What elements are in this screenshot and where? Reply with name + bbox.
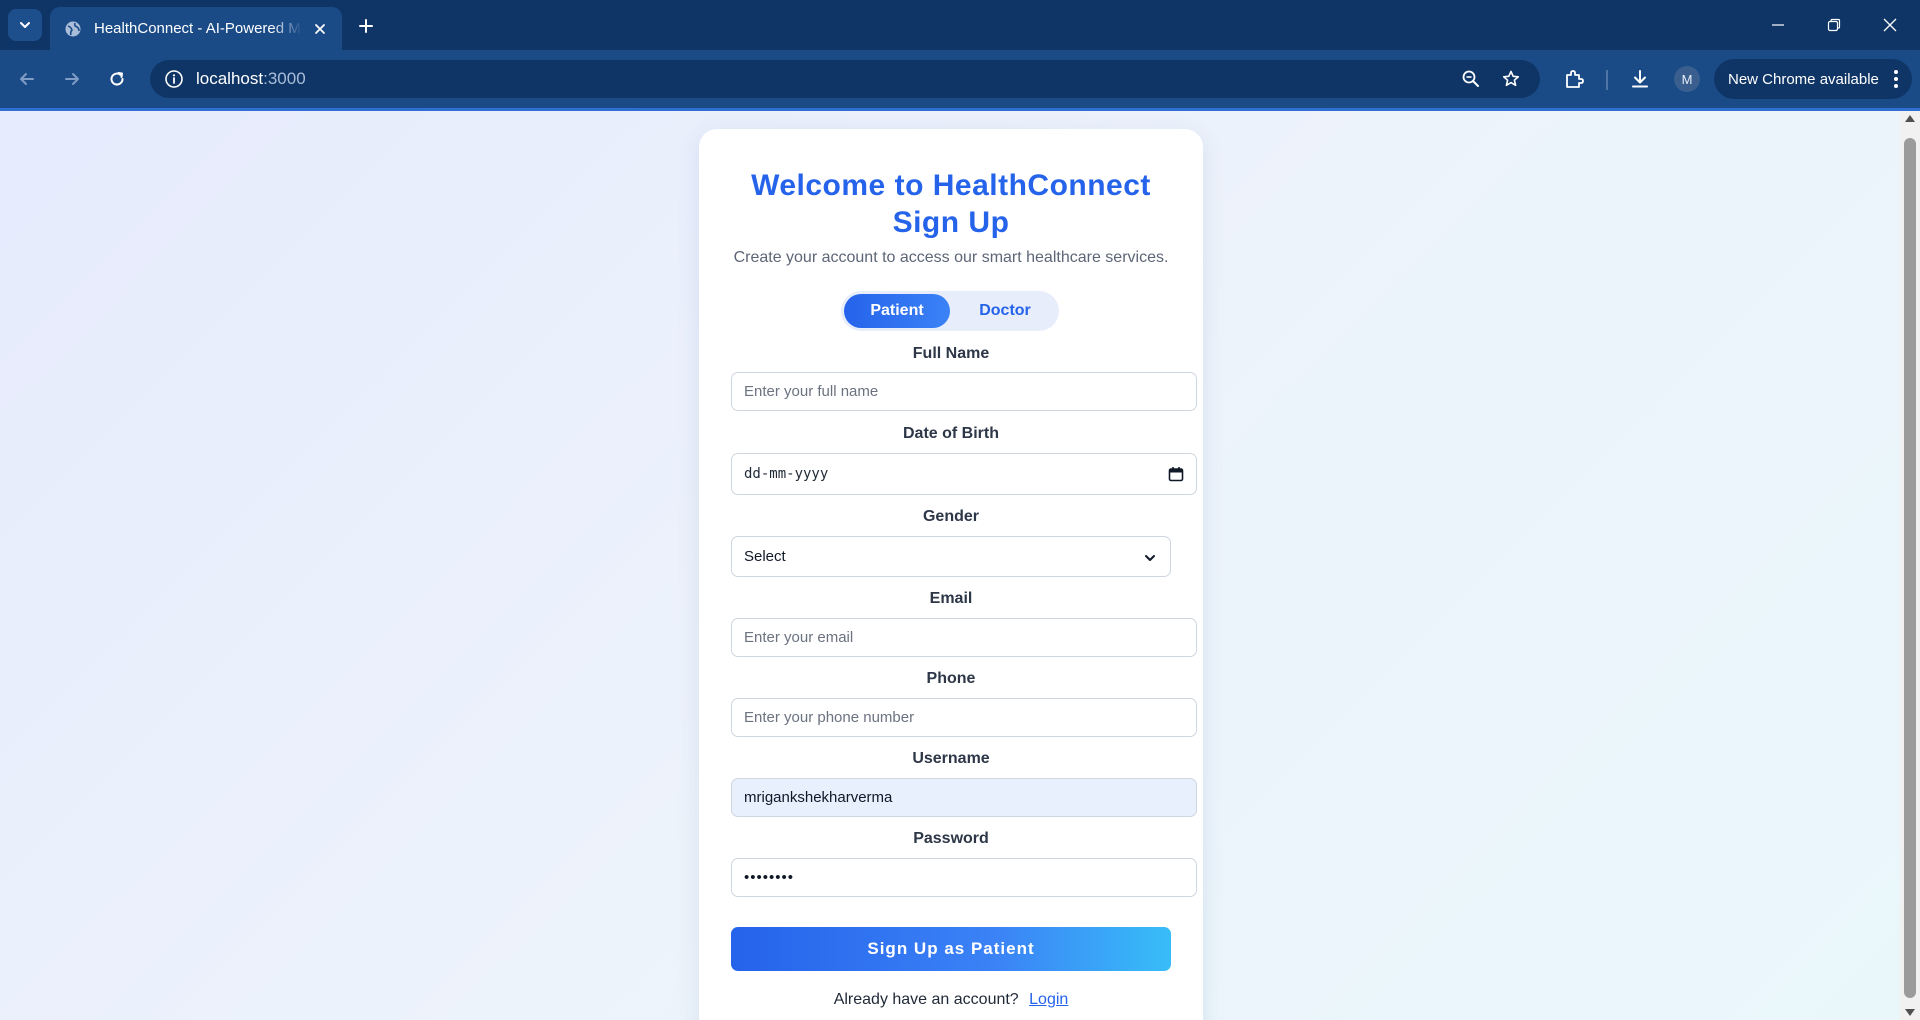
more-options-icon [1894, 70, 1898, 88]
page-scrollbar[interactable] [1900, 111, 1920, 1020]
url-text[interactable]: localhost:3000 [196, 60, 306, 98]
toolbar-divider [1606, 70, 1608, 90]
signup-submit-button[interactable]: Sign Up as Patient [731, 927, 1171, 971]
username-label: Username [912, 750, 990, 767]
username-value: mrigankshekharverma [744, 789, 893, 806]
close-tab-icon[interactable] [310, 19, 330, 39]
restore-button[interactable] [1806, 0, 1862, 50]
reload-icon [110, 72, 124, 86]
dob-label: Date of Birth [903, 425, 999, 442]
arrow-right-icon [65, 73, 79, 85]
arrow-left-icon [20, 73, 34, 85]
email-label: Email [929, 590, 973, 607]
minimize-icon [1772, 24, 1784, 26]
gender-label: Gender [922, 508, 979, 525]
zoom-icon[interactable] [1457, 65, 1485, 93]
page-title-line2: Sign Up [892, 206, 1010, 239]
scrollbar-thumb[interactable] [1904, 138, 1916, 998]
role-patient-button[interactable]: Patient [844, 294, 950, 328]
phone-placeholder: Enter your phone number [744, 709, 915, 726]
phone-field[interactable]: Enter your phone number [731, 698, 1197, 737]
chevron-down-icon [1145, 555, 1155, 561]
calendar-icon[interactable] [1168, 466, 1184, 482]
site-info-icon[interactable] [160, 65, 188, 93]
full-name-input[interactable]: Enter your full name [731, 372, 1197, 411]
login-prompt-row: Already have an account? Login [699, 991, 1203, 1009]
role-toggle: Patient Doctor [841, 291, 1059, 331]
globe-icon [65, 21, 81, 36]
download-icon[interactable] [1624, 63, 1656, 95]
signup-card: Welcome to HealthConnect Sign Up Create … [699, 129, 1203, 1020]
full-name-placeholder: Enter your full name [744, 383, 879, 400]
address-bar[interactable]: localhost:3000 [150, 60, 1540, 98]
forward-button[interactable] [56, 63, 88, 95]
gender-select[interactable]: Select [731, 536, 1171, 577]
reload-button[interactable] [101, 63, 133, 95]
phone-label: Phone [926, 670, 976, 687]
password-value: •••••••• [744, 869, 795, 886]
dob-input[interactable]: dd-mm-yyyy [731, 453, 1197, 495]
chrome-update-button[interactable]: New Chrome available [1714, 59, 1912, 99]
scroll-up-arrow-icon[interactable] [1905, 115, 1915, 122]
username-field[interactable]: mrigankshekharverma [731, 778, 1197, 817]
email-placeholder: Enter your email [744, 629, 854, 646]
role-doctor-button[interactable]: Doctor [953, 294, 1057, 328]
chevron-down-icon [20, 22, 30, 28]
browser-tab[interactable]: HealthConnect - AI-Powered Medical [50, 7, 342, 50]
page-title-line1: Welcome to HealthConnect [751, 169, 1151, 202]
login-link[interactable]: Login [1029, 991, 1068, 1008]
password-label: Password [913, 830, 989, 847]
password-field[interactable]: •••••••• [731, 858, 1197, 897]
chrome-update-label: New Chrome available [1728, 70, 1879, 88]
gender-value: Select [744, 548, 786, 565]
back-button[interactable] [11, 63, 43, 95]
page-subtitle: Create your account to access our smart … [733, 249, 1169, 266]
close-icon [1883, 18, 1897, 32]
url-port: :3000 [263, 69, 306, 88]
scroll-down-arrow-icon[interactable] [1905, 1009, 1915, 1016]
login-prompt-text: Already have an account? [833, 991, 1019, 1008]
browser-toolbar: localhost:3000 M New Chrome available [0, 50, 1920, 108]
restore-icon [1827, 18, 1841, 32]
minimize-button[interactable] [1750, 0, 1806, 50]
close-window-button[interactable] [1862, 0, 1918, 50]
tab-strip: HealthConnect - AI-Powered Medical [0, 0, 1920, 50]
plus-icon [359, 19, 373, 33]
full-name-label: Full Name [912, 345, 990, 362]
page-viewport: Welcome to HealthConnect Sign Up Create … [0, 111, 1900, 1020]
bookmark-star-icon[interactable] [1497, 65, 1525, 93]
tab-title: HealthConnect - AI-Powered Medical [94, 20, 302, 37]
tab-search-button[interactable] [8, 9, 42, 41]
url-host: localhost [196, 69, 264, 88]
extensions-icon[interactable] [1558, 63, 1590, 95]
profile-avatar[interactable]: M [1674, 66, 1700, 92]
dob-placeholder: dd-mm-yyyy [744, 466, 829, 482]
email-field[interactable]: Enter your email [731, 618, 1197, 657]
new-tab-button[interactable] [352, 12, 380, 40]
page-title: Welcome to HealthConnect Sign Up [699, 167, 1203, 241]
